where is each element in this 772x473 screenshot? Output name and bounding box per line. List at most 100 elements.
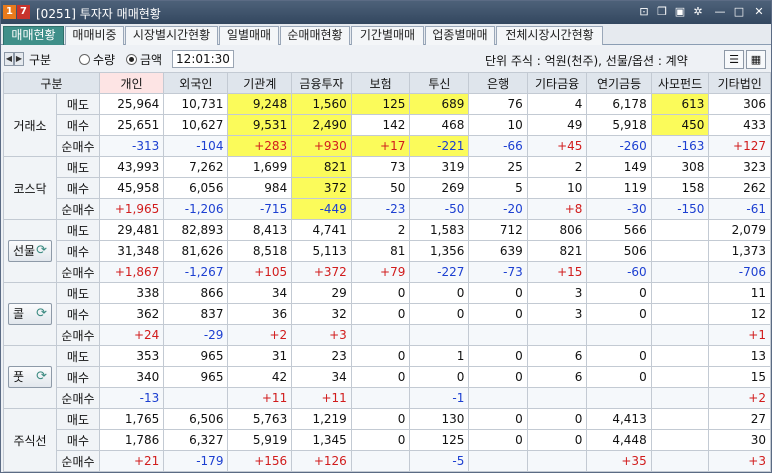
row-label: 순매수 (56, 324, 100, 346)
time-field[interactable]: 12:01:30 (172, 50, 234, 68)
value-cell: 49 (526, 114, 588, 136)
tab-6[interactable]: 기간별매매 (351, 26, 424, 45)
table-row: 매수 31,348 81,626 8,518 5,113 81 1,356 639 821 506… (4, 240, 771, 262)
column-header-1[interactable]: 개인 (98, 72, 165, 94)
column-header-6[interactable]: 투신 (409, 72, 470, 94)
value-cell: 0 (468, 366, 528, 388)
value-cell: 81,626 (163, 240, 229, 262)
value-cell: +24 (98, 324, 165, 346)
column-header-10[interactable]: 사모펀드 (650, 72, 710, 94)
column-header-5[interactable]: 보험 (350, 72, 411, 94)
table-view-icon[interactable]: ☰ (724, 50, 744, 69)
value-cell (650, 387, 710, 409)
next-screen-button[interactable]: ▶ (14, 52, 24, 66)
column-header-0[interactable]: 구분 (3, 72, 100, 94)
value-cell: -20 (468, 198, 528, 220)
value-cell: 0 (586, 282, 652, 304)
table-row: 콜 ⟳ 매도 338 866 34 29 0 0 0 3 0 11 (3, 282, 771, 346)
column-header-4[interactable]: 금융투자 (291, 72, 352, 94)
value-cell: 12 (708, 303, 771, 325)
tab-5[interactable]: 순매매현황 (280, 26, 350, 45)
tab-3[interactable]: 시장별시간현황 (125, 26, 218, 45)
value-cell: 6,327 (163, 429, 229, 451)
value-cell: 4 (526, 93, 588, 115)
value-cell: +2 (227, 324, 293, 346)
value-cell (650, 261, 710, 283)
table-row: 순매수 +1,867 -1,267 +105 +372 +79 -227 -73 +15 -60 -… (4, 261, 771, 283)
column-header-9[interactable]: 연기금등 (586, 72, 652, 94)
copy-icon[interactable]: ❐ (655, 5, 669, 19)
cycle-icon: ⟳ (36, 369, 47, 384)
value-cell: 2,079 (708, 219, 771, 241)
value-cell: 468 (409, 114, 470, 136)
value-cell: 125 (409, 429, 470, 451)
value-cell: 119 (586, 177, 652, 199)
quantity-radio[interactable]: 수량 (79, 51, 115, 68)
tab-1[interactable]: 매매현황 (3, 26, 64, 45)
value-cell: 566 (586, 219, 652, 241)
value-cell: 0 (468, 303, 528, 325)
prev-screen-button[interactable]: ◀ (4, 52, 14, 66)
value-cell: 639 (468, 240, 528, 262)
settings-icon[interactable]: ✲ (691, 5, 705, 19)
group-toggle-button[interactable]: 선물 ⟳ (8, 240, 52, 262)
tab-4[interactable]: 일별매매 (219, 26, 279, 45)
value-cell: 82,893 (163, 219, 229, 241)
column-header-2[interactable]: 외국인 (163, 72, 229, 94)
value-cell: -449 (291, 198, 352, 220)
value-cell (409, 324, 470, 346)
maximize-icon[interactable]: □ (732, 5, 746, 19)
column-header-7[interactable]: 은행 (468, 72, 528, 94)
value-cell: 5,113 (291, 240, 352, 262)
amount-radio[interactable]: 금액 (126, 51, 162, 68)
group-toggle-button[interactable]: 콜 ⟳ (8, 303, 52, 325)
value-cell: 0 (468, 408, 528, 430)
value-cell: 0 (350, 408, 411, 430)
value-cell: 1,699 (227, 156, 293, 178)
group-label-3: 콜 ⟳ (3, 282, 57, 346)
camera-icon[interactable]: ▣ (673, 5, 687, 19)
value-cell: -13 (98, 387, 165, 409)
value-cell (468, 450, 528, 472)
value-cell: 262 (708, 177, 771, 199)
tab-7[interactable]: 업종별매매 (425, 26, 495, 45)
column-header-11[interactable]: 기타법인 (708, 72, 771, 94)
tab-2[interactable]: 매매비중 (65, 26, 124, 45)
value-cell: +11 (227, 387, 293, 409)
value-cell: -61 (708, 198, 771, 220)
value-cell: 34 (291, 366, 352, 388)
value-cell: 0 (350, 303, 411, 325)
value-cell: 1,786 (98, 429, 165, 451)
chart-view-icon[interactable]: ▦ (746, 50, 766, 69)
table-row: 순매수 -13 +11 +11 -1 +2 (4, 387, 771, 409)
group-label-2: 선물 ⟳ (3, 219, 57, 283)
column-header-3[interactable]: 기관계 (227, 72, 293, 94)
column-header-8[interactable]: 기타금융 (526, 72, 588, 94)
close-icon[interactable]: ✕ (752, 5, 766, 19)
dock-icon[interactable]: ⊡ (637, 5, 651, 19)
value-cell: 269 (409, 177, 470, 199)
value-cell: -1,206 (163, 198, 229, 220)
row-label: 매수 (56, 366, 100, 388)
value-cell: 76 (468, 93, 528, 115)
value-cell: 433 (708, 114, 771, 136)
value-cell: +79 (350, 261, 411, 283)
toolbar: ◀ ▶ 구분 수량 금액 12:01:30 단위 주식 : 억원(천주), 선물… (1, 46, 771, 72)
value-cell: 965 (163, 345, 229, 367)
value-cell: 1,373 (708, 240, 771, 262)
group-toggle-button[interactable]: 풋 ⟳ (8, 366, 52, 388)
cycle-icon: ⟳ (36, 243, 47, 258)
table-row: 거래소 매도 25,964 10,731 9,248 1,560 125 689 76 4 6,17… (3, 93, 771, 157)
value-cell: 4,741 (291, 219, 352, 241)
group-label-0: 거래소 (3, 93, 57, 157)
value-cell: 25,651 (98, 114, 165, 136)
table-row: 매수 25,651 10,627 9,531 2,490 142 468 10 49 5,918 4… (4, 114, 771, 136)
value-cell: 125 (350, 93, 411, 115)
value-cell: 23 (291, 345, 352, 367)
value-cell: 353 (98, 345, 165, 367)
minimize-icon[interactable]: — (713, 5, 727, 19)
value-cell: +1 (708, 324, 771, 346)
value-cell: 0 (350, 366, 411, 388)
value-cell: 36 (227, 303, 293, 325)
tab-8[interactable]: 전체시장시간현황 (496, 26, 603, 45)
